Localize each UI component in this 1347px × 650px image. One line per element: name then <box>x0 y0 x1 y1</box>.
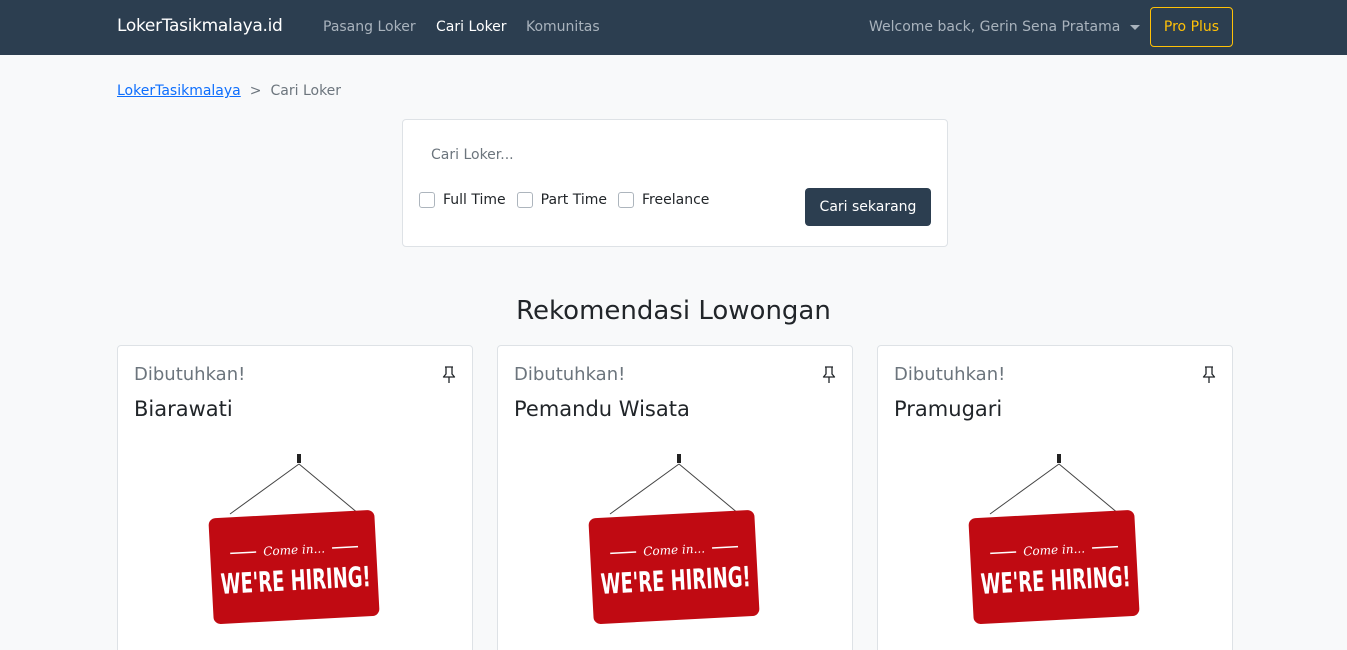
job-title: Pemandu Wisata <box>514 397 690 421</box>
filter-label: Full Time <box>443 192 506 208</box>
caret-down-icon <box>1130 24 1141 30</box>
filter-freelance[interactable]: Freelance <box>618 192 709 208</box>
navbar: LokerTasikmalaya.id Pasang Loker Cari Lo… <box>0 0 1347 55</box>
job-card[interactable]: Dibutuhkan! Biarawati Come in... WE'RE H… <box>117 345 473 650</box>
pin-icon[interactable] <box>442 366 456 384</box>
job-card[interactable]: Dibutuhkan! Pemandu Wisata Come in... WE… <box>497 345 853 650</box>
pin-icon[interactable] <box>1202 366 1216 384</box>
user-greeting: Welcome back, Gerin Sena Pratama <box>869 19 1121 35</box>
pin-icon[interactable] <box>822 366 836 384</box>
checkbox[interactable] <box>516 192 533 208</box>
job-title: Biarawati <box>134 397 233 421</box>
filter-label: Freelance <box>642 192 710 208</box>
nav-komunitas[interactable]: Komunitas <box>526 19 600 35</box>
job-label: Dibutuhkan! <box>894 364 1006 385</box>
user-dropdown[interactable]: Welcome back, Gerin Sena Pratama <box>869 19 1141 35</box>
search-button[interactable]: Cari sekarang <box>805 188 931 226</box>
breadcrumb-home[interactable]: LokerTasikmalaya <box>117 83 241 99</box>
search-input[interactable] <box>419 136 931 174</box>
pro-plus-button[interactable]: Pro Plus <box>1150 7 1233 47</box>
job-label: Dibutuhkan! <box>514 364 626 385</box>
checkbox[interactable] <box>618 192 635 208</box>
breadcrumb-separator: > <box>249 83 262 99</box>
nav-cari-loker[interactable]: Cari Loker <box>436 19 507 35</box>
nav-pasang-loker[interactable]: Pasang Loker <box>323 19 416 35</box>
filter-full-time[interactable]: Full Time <box>419 192 506 208</box>
breadcrumb-current: Cari Loker <box>270 83 342 99</box>
filter-part-time[interactable]: Part Time <box>516 192 608 208</box>
job-title: Pramugari <box>894 397 1003 421</box>
job-type-filters: Full Time Part Time Freelance <box>419 192 720 208</box>
filter-label: Part Time <box>540 192 608 208</box>
breadcrumb: LokerTasikmalaya > Cari Loker <box>117 83 341 99</box>
job-label: Dibutuhkan! <box>134 364 246 385</box>
section-title: Rekomendasi Lowongan <box>516 296 831 326</box>
search-card: Full Time Part Time Freelance Cari sekar… <box>402 119 948 247</box>
brand-logo[interactable]: LokerTasikmalaya.id <box>117 16 283 36</box>
hiring-sign-image: Come in... WE'RE HIRING! <box>588 454 760 624</box>
job-card[interactable]: Dibutuhkan! Pramugari Come in... WE'RE H… <box>877 345 1233 650</box>
checkbox[interactable] <box>419 192 435 208</box>
hiring-sign-image: Come in... WE'RE HIRING! <box>968 454 1140 624</box>
hiring-sign-image: Come in... WE'RE HIRING! <box>208 454 380 624</box>
